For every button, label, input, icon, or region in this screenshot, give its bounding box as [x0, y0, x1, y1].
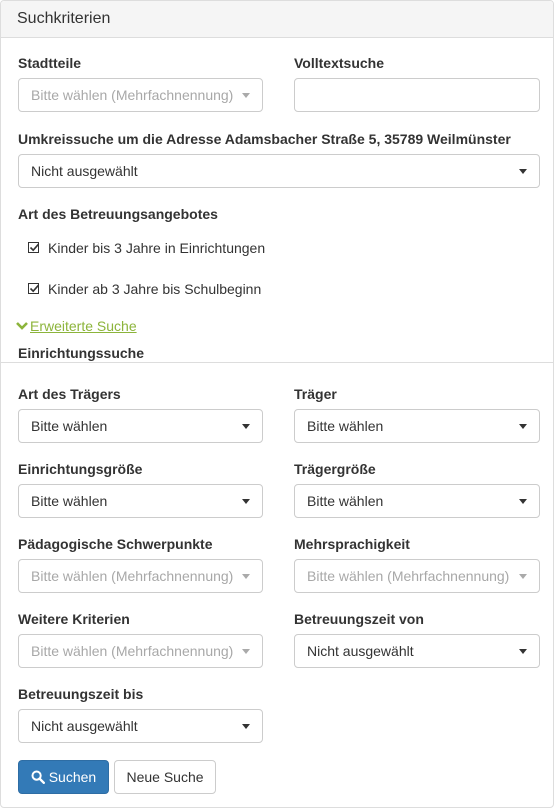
search-button-label: Suchen	[48, 769, 97, 785]
einrichtungsgroesse-select[interactable]: Bitte wählen	[18, 484, 263, 518]
zeit-von-label: Betreuungszeit von	[294, 611, 424, 627]
check-icon	[29, 243, 40, 252]
weitere-select[interactable]: Bitte wählen (Mehrfachnennung)	[18, 634, 263, 668]
chevron-down-icon	[519, 424, 527, 429]
checkbox-label-kinder-ab-3: Kinder ab 3 Jahre bis Schulbeginn	[48, 281, 262, 297]
panel-title: Suchkriterien	[17, 10, 111, 27]
section-title: Einrichtungssuche	[18, 345, 145, 361]
mehrsprachigkeit-select[interactable]: Bitte wählen (Mehrfachnennung)	[294, 559, 540, 593]
schwerpunkte-label: Pädagogische Schwerpunkte	[18, 536, 213, 552]
zeit-bis-select[interactable]: Nicht ausgewählt	[18, 709, 263, 743]
checkbox-kinder-bis-3[interactable]	[28, 242, 40, 253]
weitere-placeholder: Bitte wählen (Mehrfachnennung)	[31, 643, 234, 659]
zeit-von-select[interactable]: Nicht ausgewählt	[294, 634, 540, 668]
new-search-button[interactable]: Neue Suche	[114, 760, 216, 794]
chevron-down-icon	[242, 499, 250, 504]
new-search-button-label: Neue Suche	[126, 769, 204, 785]
extended-search-label: Erweiterte Suche	[30, 318, 137, 334]
chevron-down-icon	[519, 499, 527, 504]
traegergroesse-label: Trägergröße	[294, 461, 376, 477]
search-icon	[31, 770, 45, 784]
art-traeger-select[interactable]: Bitte wählen	[18, 409, 263, 443]
stadtteile-label: Stadtteile	[18, 55, 82, 71]
panel-heading: Suchkriterien	[1, 1, 553, 38]
section-divider	[1, 362, 553, 363]
chevron-down-icon	[519, 649, 527, 654]
art-traeger-value: Bitte wählen	[31, 418, 108, 434]
zeit-bis-value: Nicht ausgewählt	[31, 718, 138, 734]
stadtteile-select[interactable]: Bitte wählen (Mehrfachnennung)	[18, 78, 263, 112]
chevron-down-icon	[519, 169, 527, 174]
einrichtungsgroesse-value: Bitte wählen	[31, 493, 108, 509]
search-button[interactable]: Suchen	[18, 760, 109, 794]
traeger-label: Träger	[294, 386, 337, 402]
search-criteria-panel: Suchkriterien Stadtteile Bitte wählen (M…	[0, 0, 554, 808]
umkreis-value: Nicht ausgewählt	[31, 163, 138, 179]
umkreis-select[interactable]: Nicht ausgewählt	[18, 154, 540, 188]
weitere-label: Weitere Kriterien	[18, 611, 130, 627]
schwerpunkte-select[interactable]: Bitte wählen (Mehrfachnennung)	[18, 559, 263, 593]
check-icon	[29, 284, 40, 293]
volltext-label: Volltextsuche	[294, 55, 384, 71]
chevron-down-icon	[242, 424, 250, 429]
zeit-bis-label: Betreuungszeit bis	[18, 686, 144, 702]
chevron-down-icon	[242, 93, 250, 98]
stadtteile-placeholder: Bitte wählen (Mehrfachnennung)	[31, 87, 234, 103]
mehrsprachigkeit-placeholder: Bitte wählen (Mehrfachnennung)	[307, 568, 510, 584]
traeger-value: Bitte wählen	[307, 418, 384, 434]
chevron-down-icon	[519, 574, 527, 579]
traegergroesse-select[interactable]: Bitte wählen	[294, 484, 540, 518]
extended-search-link[interactable]: Erweiterte Suche	[16, 318, 137, 334]
einrichtungsgroesse-label: Einrichtungsgröße	[18, 461, 143, 477]
umkreis-label: Umkreissuche um die Adresse Adamsbacher …	[18, 131, 511, 147]
traegergroesse-value: Bitte wählen	[307, 493, 384, 509]
chevron-down-icon	[242, 574, 250, 579]
volltext-input[interactable]	[294, 78, 540, 112]
traeger-select[interactable]: Bitte wählen	[294, 409, 540, 443]
chevron-down-icon	[242, 649, 250, 654]
art-betreuung-label: Art des Betreuungsangebotes	[18, 206, 218, 222]
chevron-down-icon	[242, 724, 250, 729]
schwerpunkte-placeholder: Bitte wählen (Mehrfachnennung)	[31, 568, 234, 584]
zeit-von-value: Nicht ausgewählt	[307, 643, 414, 659]
checkbox-label-kinder-bis-3: Kinder bis 3 Jahre in Einrichtungen	[48, 240, 266, 256]
chevron-down-icon	[16, 322, 28, 330]
checkbox-kinder-ab-3[interactable]	[28, 283, 40, 294]
mehrsprachigkeit-label: Mehrsprachigkeit	[294, 536, 410, 552]
art-traeger-label: Art des Trägers	[18, 386, 121, 402]
